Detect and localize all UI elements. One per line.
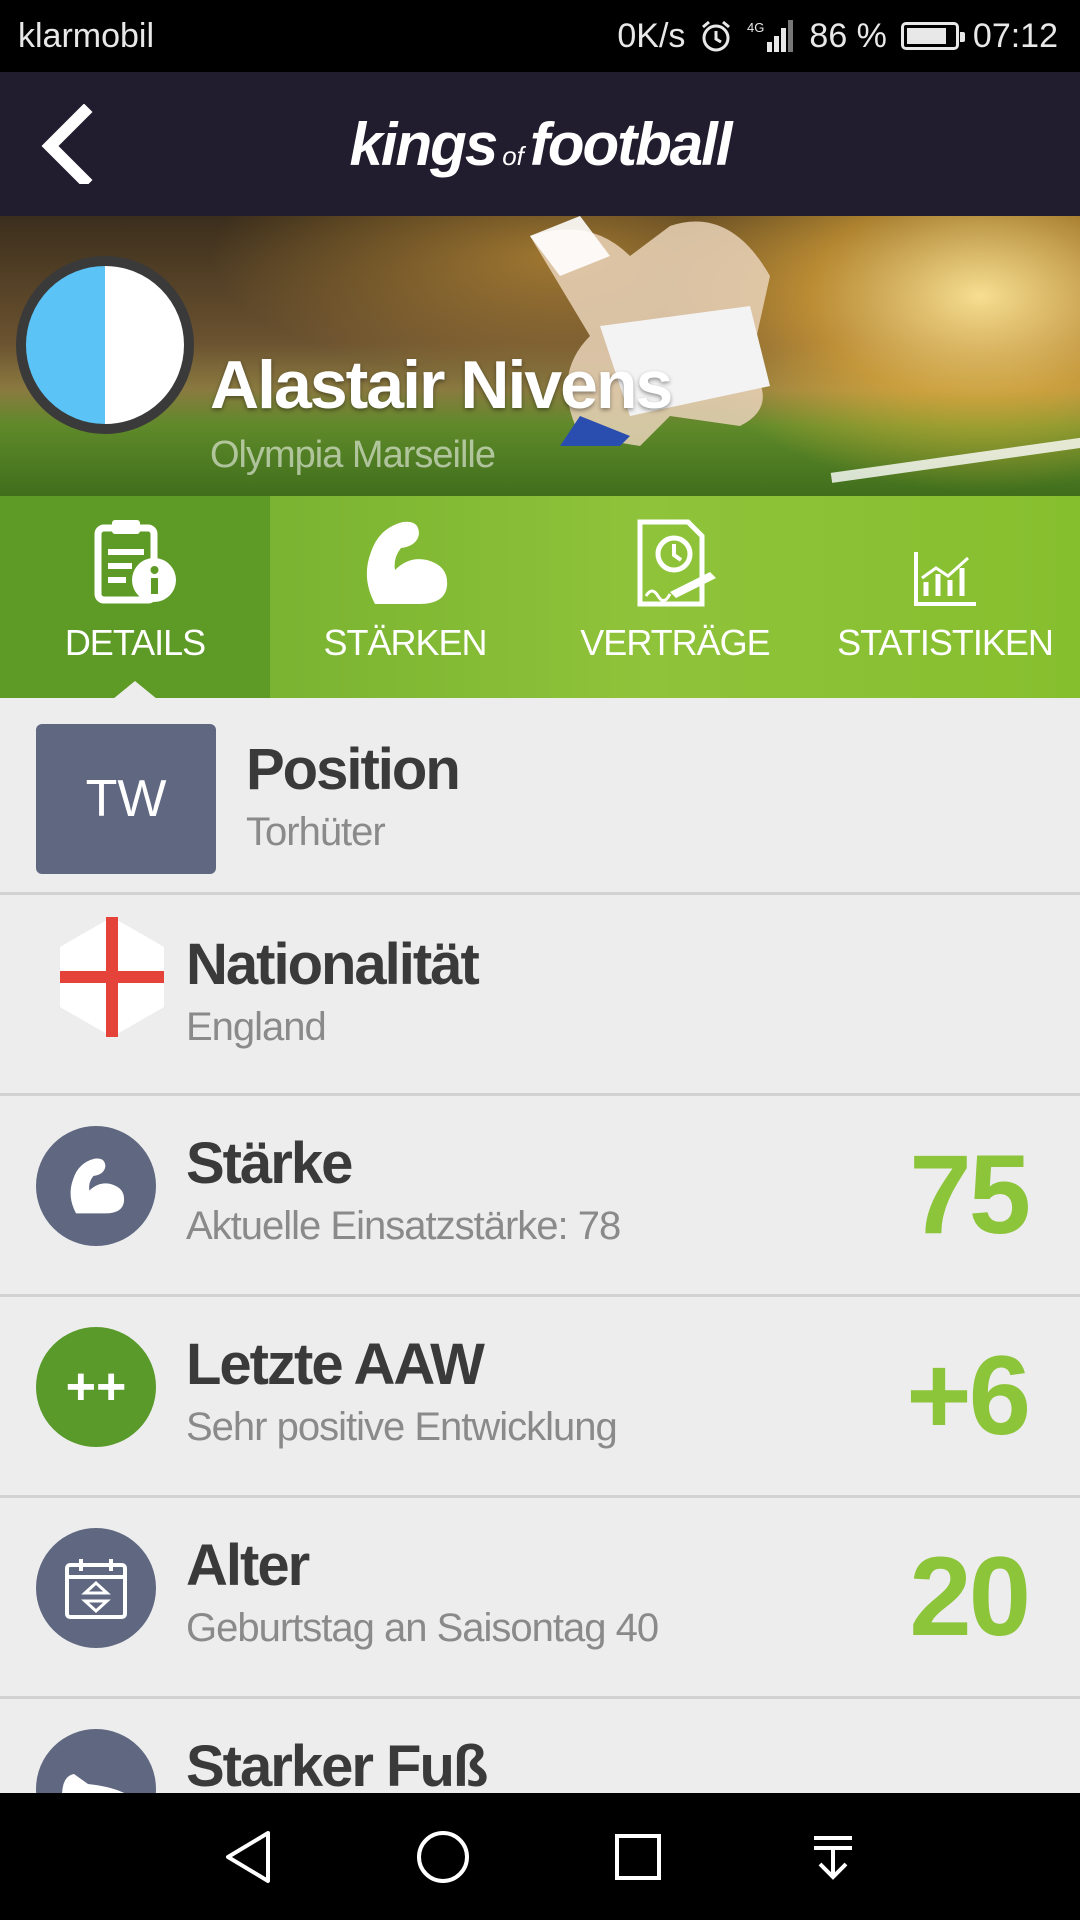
- list-item-position[interactable]: TW Position Torhüter: [0, 698, 1080, 895]
- logo-kings: kings: [349, 110, 498, 178]
- position-title: Position: [246, 737, 461, 802]
- chevron-left-icon: [41, 103, 93, 189]
- strength-icon-circle: [36, 1126, 156, 1246]
- strength-value: 75: [909, 1132, 1031, 1257]
- position-badge: TW: [36, 724, 216, 874]
- strong-foot-icon-circle: [36, 1729, 156, 1793]
- nav-recents-button[interactable]: [603, 1822, 673, 1892]
- strength-subtitle: Aktuelle Einsatzstärke: 78: [186, 1204, 621, 1248]
- battery-level-fill: [906, 28, 947, 44]
- battery-icon: [900, 22, 965, 50]
- logo-of: of: [502, 140, 524, 171]
- network-type-label: 4G: [747, 20, 764, 35]
- pitch-line: [830, 431, 1080, 483]
- pull-down-icon: [813, 1835, 852, 1880]
- carrier-label: klarmobil: [18, 16, 155, 55]
- muscle-icon: [366, 521, 448, 604]
- age-title: Alter: [186, 1533, 310, 1598]
- tab-statistiken-label: STATISTIKEN: [837, 622, 1054, 663]
- details-info-icon: [94, 520, 176, 604]
- muscle-icon: [70, 1158, 125, 1214]
- triangle-back-icon: [225, 1830, 270, 1883]
- list-item-strength[interactable]: Stärke Aktuelle Einsatzstärke: 78 75: [0, 1096, 1080, 1297]
- list-item-nationality[interactable]: Nationalität England: [0, 895, 1080, 1096]
- club-avatar: [16, 256, 194, 434]
- details-list: TW Position Torhüter Nationalität Englan…: [0, 698, 1080, 1793]
- contract-icon: [637, 519, 716, 607]
- tab-staerken[interactable]: STÄRKEN: [270, 496, 540, 698]
- calendar-icon: [65, 1559, 127, 1619]
- aaw-value: +6: [906, 1333, 1031, 1458]
- signal-icon: 4G: [747, 18, 795, 54]
- age-value: 20: [909, 1534, 1031, 1659]
- tab-details[interactable]: DETAILS: [0, 496, 270, 698]
- list-item-last-aaw[interactable]: ++ Letzte AAW Sehr positive Entwicklung …: [0, 1297, 1080, 1498]
- age-icon-circle: [36, 1528, 156, 1648]
- circle-home-icon: [416, 1830, 469, 1883]
- player-club[interactable]: Olympia Marseille: [210, 434, 496, 477]
- nav-notifications-button[interactable]: [798, 1822, 868, 1892]
- logo-football: football: [529, 110, 733, 178]
- list-item-age[interactable]: Alter Geburtstag an Saisontag 40 20: [0, 1498, 1080, 1699]
- tab-bar: DETAILS STÄRKEN VERTRÄGE STATISTIKEN: [0, 496, 1080, 698]
- square-recents-icon: [614, 1833, 661, 1880]
- tab-details-label: DETAILS: [64, 622, 206, 663]
- alarm-icon: [699, 19, 733, 53]
- england-flag-icon: [60, 917, 164, 1037]
- aaw-badge: ++: [36, 1327, 156, 1447]
- clock: 07:12: [972, 16, 1058, 55]
- status-bar: klarmobil 0K/s 4G 86 % 07:12: [0, 0, 1080, 72]
- strong-foot-title: Starker Fuß: [186, 1734, 488, 1793]
- status-icons: 0K/s 4G 86 % 07:12: [617, 17, 1058, 56]
- nav-back-button[interactable]: [213, 1822, 283, 1892]
- network-speed: 0K/s: [617, 16, 686, 55]
- nationality-value: England: [186, 1005, 327, 1049]
- aaw-subtitle: Sehr positive Entwicklung: [186, 1405, 618, 1449]
- age-subtitle: Geburtstag an Saisontag 40: [186, 1606, 659, 1650]
- system-nav-bar: [0, 1793, 1080, 1920]
- app-header: kings of football: [0, 72, 1080, 216]
- chart-icon: [914, 552, 976, 606]
- list-item-strong-foot[interactable]: Starker Fuß: [0, 1699, 1080, 1793]
- nationality-title: Nationalität: [186, 932, 480, 997]
- player-name: Alastair Nivens: [210, 347, 673, 423]
- app-logo: kings of football: [349, 110, 733, 179]
- tab-staerken-label: STÄRKEN: [323, 622, 487, 663]
- tab-vertraege-label: VERTRÄGE: [580, 622, 770, 663]
- tab-statistiken[interactable]: STATISTIKEN: [810, 496, 1080, 698]
- strength-title: Stärke: [186, 1131, 353, 1196]
- tab-vertraege[interactable]: VERTRÄGE: [540, 496, 810, 698]
- aaw-title: Letzte AAW: [186, 1332, 485, 1397]
- nav-home-button[interactable]: [408, 1822, 478, 1892]
- position-value: Torhüter: [246, 810, 386, 854]
- back-button[interactable]: [34, 103, 114, 189]
- battery-percent: 86 %: [809, 16, 887, 55]
- shoe-icon: [62, 1774, 125, 1793]
- player-banner: Alastair Nivens Olympia Marseille: [0, 216, 1080, 496]
